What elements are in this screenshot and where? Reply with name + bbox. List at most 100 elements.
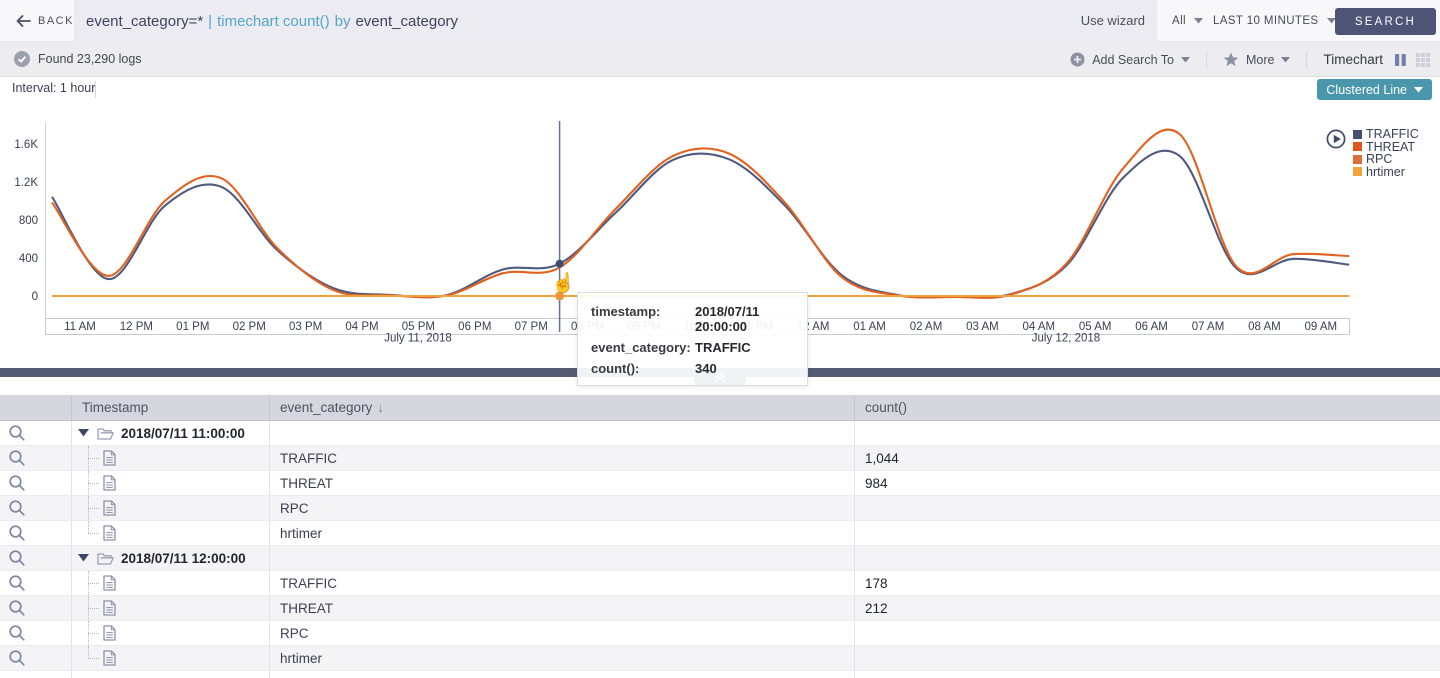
play-button-icon[interactable] <box>1326 129 1346 149</box>
svg-text:04 PM: 04 PM <box>345 321 378 333</box>
legend-swatch-hrtimer <box>1353 167 1362 176</box>
chart-type-dropdown[interactable]: Clustered Line <box>1317 79 1432 100</box>
interval-label: Interval: 1 hour <box>12 81 95 95</box>
legend-swatch-threat <box>1353 142 1362 151</box>
query-operator: timechart count() <box>217 13 330 30</box>
back-arrow-icon <box>16 15 31 27</box>
tooltip-value: 2018/07/11 20:00:00 <box>695 304 794 334</box>
scope-dropdown[interactable]: All <box>1172 0 1203 42</box>
magnifier-icon[interactable] <box>8 474 26 492</box>
chart-view-toggle-icon[interactable] <box>1394 53 1407 67</box>
table-row[interactable]: hrtimer <box>0 521 1440 546</box>
event-category-cell: RPC <box>280 626 309 641</box>
svg-text:02 AM: 02 AM <box>910 321 943 333</box>
event-category-cell: THREAT <box>280 601 333 616</box>
folder-icon <box>97 427 114 440</box>
table-row[interactable]: THREAT 212 <box>0 596 1440 621</box>
tooltip-value: 340 <box>695 361 717 376</box>
column-header-count[interactable]: count() <box>855 395 1440 420</box>
document-icon <box>103 575 116 591</box>
status-found-logs: Found 23,290 logs <box>14 51 142 67</box>
svg-text:400: 400 <box>19 253 38 265</box>
check-circle-icon <box>14 51 30 67</box>
group-timestamp: 2018/07/11 12:00:00 <box>121 551 246 566</box>
document-icon <box>103 475 116 491</box>
table-group-row[interactable]: 2018/07/11 11:00:00 <box>0 421 1440 446</box>
table-row[interactable]: RPC <box>0 496 1440 521</box>
magnifier-icon[interactable] <box>8 524 26 542</box>
legend-swatch-traffic <box>1353 130 1362 139</box>
back-label: BACK <box>38 15 74 27</box>
column-header-event-category[interactable]: event_category↓ <box>270 395 855 420</box>
chart-legend: TRAFFIC THREAT RPC hrtimer <box>1326 128 1419 178</box>
chevron-down-icon <box>1414 87 1423 93</box>
svg-text:0: 0 <box>32 291 38 303</box>
toolbar-divider <box>1306 51 1307 69</box>
table-header-row: Timestamp event_category↓ count() <box>0 395 1440 421</box>
legend-item[interactable]: hrtimer <box>1353 166 1419 179</box>
magnifier-icon[interactable] <box>8 599 26 617</box>
svg-text:01 PM: 01 PM <box>176 321 209 333</box>
magnifier-icon[interactable] <box>8 624 26 642</box>
collapse-group-icon[interactable] <box>78 429 89 437</box>
count-cell: 984 <box>865 476 888 491</box>
table-view-toggle-icon[interactable] <box>1416 53 1430 67</box>
column-header-timestamp[interactable]: Timestamp <box>72 395 270 420</box>
sort-descending-icon: ↓ <box>377 400 384 415</box>
table-group-row[interactable]: 2018/07/11 12:00:00 <box>0 546 1440 571</box>
table-row-partial[interactable] <box>0 671 1440 678</box>
table-row[interactable]: hrtimer <box>0 646 1440 671</box>
use-wizard-link[interactable]: Use wizard <box>1081 0 1145 42</box>
chart-type-label: Clustered Line <box>1326 83 1407 97</box>
series-line-traffic[interactable] <box>52 151 1349 298</box>
query-text: event_category=* <box>86 13 203 30</box>
chevron-down-icon <box>1181 57 1190 63</box>
hovered-point-marker <box>556 260 564 268</box>
magnifier-icon[interactable] <box>8 649 26 667</box>
count-cell: 212 <box>865 601 888 616</box>
query-field: event_category <box>355 13 458 30</box>
magnifier-icon[interactable] <box>8 499 26 517</box>
document-icon <box>103 500 116 516</box>
document-icon <box>103 625 116 641</box>
document-icon <box>103 450 116 466</box>
search-button[interactable]: SEARCH <box>1335 8 1436 35</box>
back-button[interactable]: BACK <box>16 0 74 42</box>
add-search-to-label: Add Search To <box>1092 53 1174 67</box>
search-query-input[interactable]: event_category=* | timechart count() by … <box>74 0 1157 42</box>
magnifier-icon[interactable] <box>8 424 26 442</box>
table-row[interactable]: TRAFFIC 1,044 <box>0 446 1440 471</box>
svg-text:05 PM: 05 PM <box>402 321 435 333</box>
tooltip-value: TRAFFIC <box>695 340 751 355</box>
magnifier-icon[interactable] <box>8 549 26 567</box>
svg-text:05 AM: 05 AM <box>1079 321 1112 333</box>
more-dropdown[interactable]: More <box>1223 52 1290 67</box>
legend-item[interactable]: RPC <box>1353 153 1419 166</box>
count-cell: 178 <box>865 576 888 591</box>
event-category-cell: TRAFFIC <box>280 576 337 591</box>
tooltip-label: count(): <box>591 361 695 376</box>
collapse-group-icon[interactable] <box>78 554 89 562</box>
magnifier-icon[interactable] <box>8 574 26 592</box>
series-line-threat[interactable] <box>52 130 1349 298</box>
svg-text:06 AM: 06 AM <box>1135 321 1168 333</box>
tooltip-label: timestamp: <box>591 304 695 334</box>
magnifier-icon[interactable] <box>8 449 26 467</box>
table-row[interactable]: TRAFFIC 178 <box>0 571 1440 596</box>
hand-cursor-icon: ☝ <box>552 271 576 294</box>
star-icon <box>1223 52 1239 67</box>
svg-text:03 AM: 03 AM <box>966 321 999 333</box>
chevron-down-icon <box>1194 18 1203 24</box>
table-row[interactable]: THREAT984 <box>0 471 1440 496</box>
add-search-to-dropdown[interactable]: Add Search To <box>1070 52 1190 67</box>
svg-text:03 PM: 03 PM <box>289 321 322 333</box>
scope-dropdown-label: All <box>1172 15 1186 27</box>
event-category-cell: TRAFFIC <box>280 451 337 466</box>
query-keyword: by <box>335 13 351 30</box>
svg-text:07 PM: 07 PM <box>515 321 548 333</box>
legend-item[interactable]: THREAT <box>1353 141 1419 154</box>
legend-item[interactable]: TRAFFIC <box>1353 128 1419 141</box>
count-cell: 1,044 <box>865 451 899 466</box>
time-range-dropdown[interactable]: LAST 10 MINUTES <box>1213 0 1336 42</box>
table-row[interactable]: RPC <box>0 621 1440 646</box>
